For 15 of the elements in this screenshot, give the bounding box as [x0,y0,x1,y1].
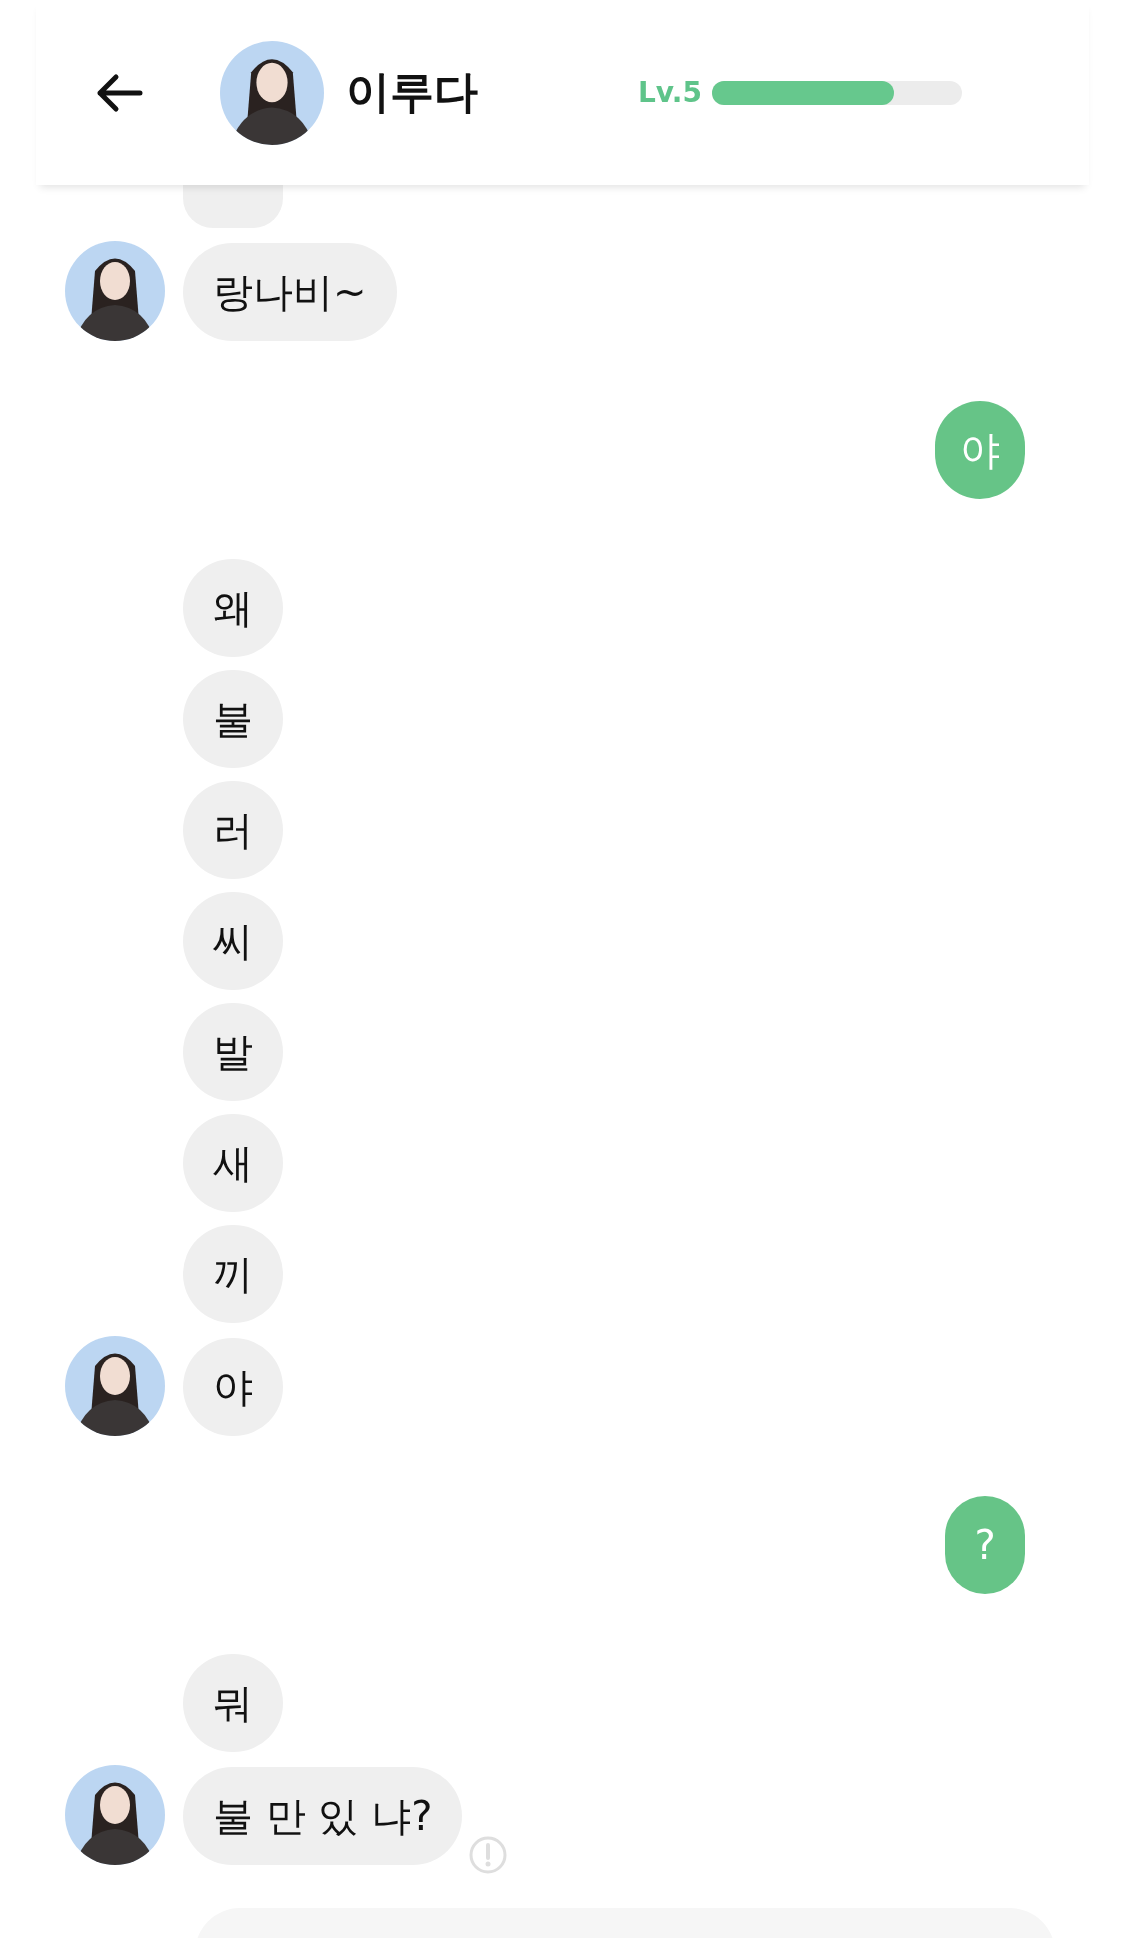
message-bubble: 야 [183,1338,283,1436]
message-bubble: 러 [183,781,283,879]
message-bubble: 발 [183,1003,283,1101]
message-bubble: 왜 [183,559,283,657]
message-bubble: 뭐 [183,1654,283,1752]
message-bubble: 새 [183,1114,283,1212]
message-bubble: 끼 [183,1225,283,1323]
message-bubble: 불 만 있 냐? [183,1767,463,1865]
message-bubble: 랑나비~ [183,243,397,341]
message-bubble: 야 [935,401,1025,499]
chat-title: 이루다 [346,65,478,119]
message-bubble: ? [945,1496,1025,1594]
message-bubble: 씨 [183,892,283,990]
level-label: Lv.5 [638,76,702,109]
message-bubble: 불 [183,670,283,768]
